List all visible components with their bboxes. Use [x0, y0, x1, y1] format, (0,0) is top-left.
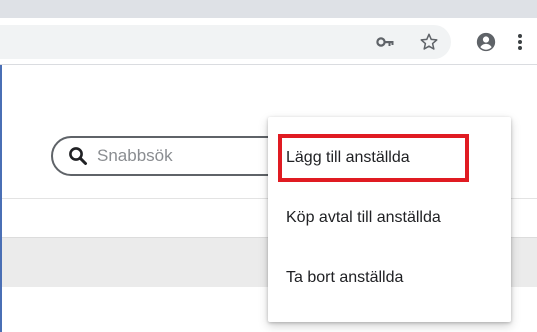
- quick-search[interactable]: [51, 136, 291, 176]
- more-icon[interactable]: [503, 25, 537, 59]
- menu-item-remove-employees[interactable]: Ta bort anställda: [268, 254, 511, 302]
- menu-item-buy-agreement[interactable]: Köp avtal till anställda: [268, 194, 511, 242]
- address-bar[interactable]: [0, 25, 451, 59]
- key-icon[interactable]: [368, 25, 402, 59]
- star-icon[interactable]: [412, 25, 446, 59]
- actions-dropdown-menu: Lägg till anställda Köp avtal till anstä…: [268, 117, 511, 322]
- menu-item-label: Köp avtal till anställda: [286, 209, 441, 226]
- search-icon: [68, 146, 88, 166]
- search-input[interactable]: [97, 143, 277, 169]
- account-icon[interactable]: [469, 25, 503, 59]
- menu-item-label: Ta bort anställda: [286, 269, 404, 286]
- browser-toolbar: [0, 18, 537, 65]
- browser-tab-strip: [0, 0, 537, 18]
- menu-item-add-employees[interactable]: Lägg till anställda: [278, 134, 469, 182]
- menu-item-label: Lägg till anställda: [286, 149, 410, 166]
